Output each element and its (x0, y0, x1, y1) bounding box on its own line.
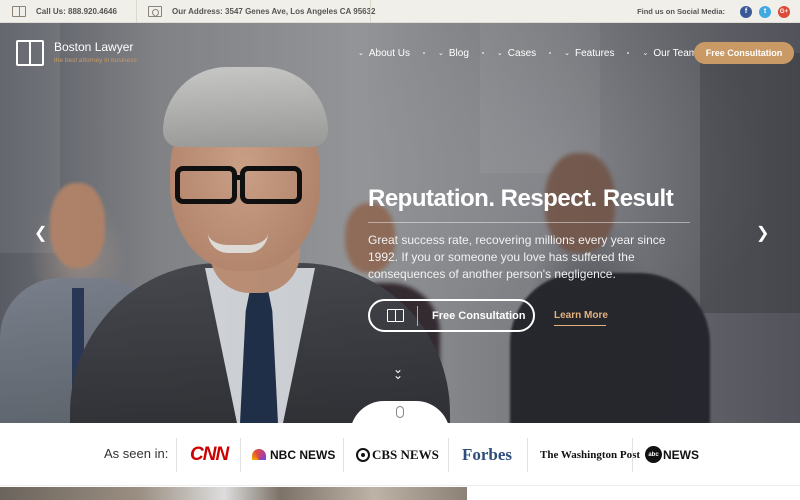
nav-cases[interactable]: ⌄ Cases (497, 48, 536, 59)
nav-divider (549, 52, 552, 54)
divider (370, 0, 371, 23)
hero-title: Reputation. Respect. Result (368, 185, 674, 212)
divider (136, 0, 137, 23)
link-underline (554, 325, 606, 326)
main-nav: ⌄ About Us ⌄ Blog ⌄ Cases ⌄ Features ⌄ Our Te… (358, 40, 710, 66)
free-consultation-button[interactable]: Free Consultation (694, 42, 794, 64)
divider (176, 438, 177, 472)
abc-news-logo[interactable]: abc NEWS (645, 423, 699, 486)
brand-text: Forbes (462, 444, 513, 464)
nav-features[interactable]: ⌄ Features (564, 48, 614, 59)
nav-divider (627, 52, 630, 54)
slider-next-arrow[interactable]: ❯ (756, 223, 769, 243)
social-links: Find us on Social Media: f t G+ (637, 0, 790, 23)
phone-text: Call Us: 888.920.4646 (36, 7, 117, 16)
nav-label: About Us (368, 47, 411, 59)
address-info: Our Address: 3547 Genes Ave, Los Angeles… (148, 0, 376, 23)
nbc-news-logo[interactable]: NBC NEWS (252, 423, 335, 486)
brand-text: CBS NEWS (372, 446, 439, 462)
cnn-logo[interactable]: CNN (190, 423, 229, 486)
hero-divider (368, 222, 690, 223)
nav-label: Blog (448, 47, 469, 59)
as-seen-in-bar: As seen in: CNN NBC NEWS CBS NEWS Forbes… (0, 423, 800, 486)
washington-post-logo[interactable]: The Washington Post (540, 423, 640, 486)
nav-label: Features (575, 47, 615, 59)
brand-text: CNN (190, 443, 229, 465)
book-icon (12, 6, 26, 17)
divider (343, 438, 344, 472)
divider (632, 438, 633, 472)
divider (527, 438, 528, 472)
social-label: Find us on Social Media: (637, 7, 725, 16)
slider-prev-arrow[interactable]: ❮ (34, 223, 47, 243)
learn-more-link[interactable]: Learn More (554, 310, 608, 321)
google-plus-icon[interactable]: G+ (778, 5, 790, 18)
chevron-down-icon: ⌄ (564, 50, 571, 57)
abc-icon: abc (645, 446, 662, 463)
chevron-down-icon: ⌄ (496, 50, 503, 57)
address-text: Our Address: 3547 Genes Ave, Los Angeles… (172, 7, 376, 16)
brand-text: NBC NEWS (270, 447, 336, 462)
brand-text: The Washington Post (540, 448, 641, 461)
book-icon (16, 40, 44, 66)
button-label: Free Consultation (432, 309, 526, 322)
nav-blog[interactable]: ⌄ Blog (438, 48, 469, 59)
forbes-logo[interactable]: Forbes (462, 423, 512, 486)
logo-tagline: the best attorney in business (54, 57, 137, 64)
chevron-down-icon[interactable]: ⌄ ⌄ (393, 363, 403, 381)
cbs-news-logo[interactable]: CBS NEWS (356, 423, 439, 486)
book-icon (387, 309, 404, 322)
nav-our-team[interactable]: ⌄ Our Team (642, 48, 697, 59)
peacock-icon (252, 449, 266, 460)
twitter-icon[interactable]: t (759, 5, 771, 18)
chevron-down-icon: ⌄ (642, 50, 649, 57)
mouse-icon (396, 406, 404, 418)
nav-divider (423, 52, 426, 54)
next-section-image (0, 487, 467, 500)
divider (448, 438, 449, 472)
nav-label: Cases (507, 47, 537, 59)
button-divider (417, 305, 418, 326)
facebook-icon[interactable]: f (740, 5, 752, 18)
map-icon (148, 6, 162, 17)
chevron-down-icon: ⌄ (358, 50, 364, 57)
nav-about-us[interactable]: ⌄ About Us (358, 48, 410, 59)
phone-info[interactable]: Call Us: 888.920.4646 (12, 0, 117, 23)
nav-divider (481, 52, 484, 54)
nav-label: Our Team (653, 47, 698, 59)
brand-text: NEWS (663, 447, 699, 462)
top-info-bar: Call Us: 888.920.4646 Our Address: 3547 … (0, 0, 800, 23)
as-seen-in-label: As seen in: (104, 446, 169, 461)
chevron-down-icon: ⌄ (438, 50, 444, 57)
hero-description: Great success rate, recovering millions … (368, 233, 666, 281)
divider (240, 438, 241, 472)
cbs-eye-icon (356, 447, 370, 462)
logo-name: Boston Lawyer (54, 40, 134, 54)
site-logo[interactable]: Boston Lawyer the best attorney in busin… (16, 40, 137, 66)
hero-free-consultation-button[interactable]: Free Consultation (368, 299, 535, 332)
